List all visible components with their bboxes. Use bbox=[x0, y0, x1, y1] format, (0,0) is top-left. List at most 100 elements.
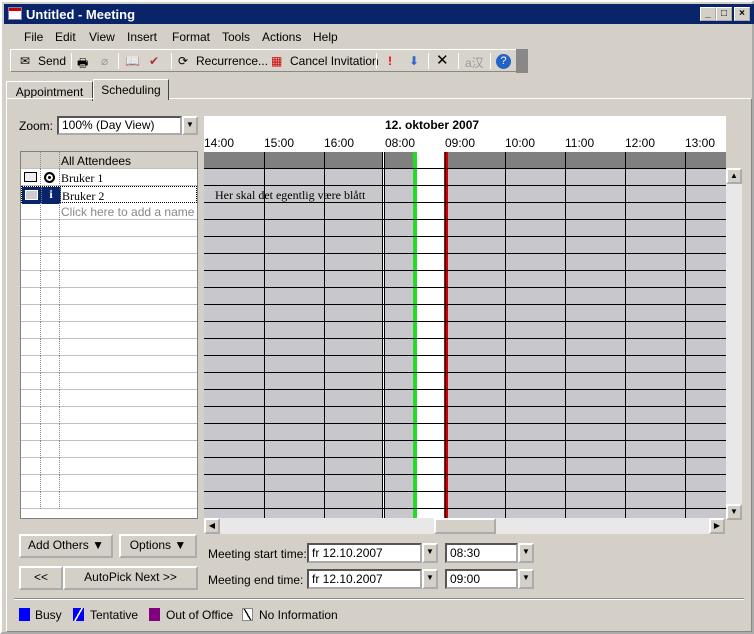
menu-actions[interactable]: Actions bbox=[262, 30, 301, 44]
all-attendees-busy-row bbox=[204, 152, 726, 168]
meeting-start-line[interactable] bbox=[413, 152, 417, 519]
empty-attendee-row[interactable] bbox=[21, 288, 197, 305]
recurrence-icon[interactable]: ⟳ bbox=[178, 54, 188, 68]
send-button[interactable]: Send bbox=[38, 54, 66, 68]
toolbar-options-chevron-icon[interactable] bbox=[516, 49, 528, 73]
schedule-date: 12. oktober 2007 bbox=[385, 118, 480, 132]
row-gridline bbox=[204, 168, 726, 169]
empty-attendee-row[interactable] bbox=[21, 492, 197, 509]
empty-attendee-row[interactable] bbox=[21, 322, 197, 339]
empty-attendee-row[interactable] bbox=[21, 424, 197, 441]
zoom-select[interactable]: 100% (Day View) bbox=[57, 116, 182, 135]
menu-edit[interactable]: Edit bbox=[55, 30, 76, 44]
row-gridline bbox=[204, 338, 726, 339]
menu-format[interactable]: Format bbox=[172, 30, 210, 44]
delete-icon[interactable]: ✕ bbox=[436, 51, 449, 69]
legend-no-information: No Information bbox=[259, 608, 338, 622]
end-date-input[interactable]: fr 12.10.2007 bbox=[307, 569, 422, 589]
attendee-row[interactable]: Bruker 1 bbox=[21, 169, 197, 186]
row-gridline bbox=[204, 287, 726, 288]
scroll-down-icon[interactable]: ▼ bbox=[726, 504, 742, 520]
minimize-button[interactable]: _ bbox=[700, 7, 716, 21]
empty-attendee-row[interactable] bbox=[21, 220, 197, 237]
end-time-input[interactable]: 09:00 bbox=[445, 569, 518, 589]
attendee-row[interactable]: i Bruker 2 bbox=[21, 186, 197, 204]
no-information-swatch-icon bbox=[242, 608, 253, 621]
empty-attendee-row[interactable] bbox=[21, 237, 197, 254]
tab-scheduling[interactable]: Scheduling bbox=[93, 79, 169, 100]
end-date-dropdown-icon[interactable]: ▼ bbox=[422, 569, 438, 589]
empty-attendee-row[interactable] bbox=[21, 441, 197, 458]
all-attendees-header[interactable]: All Attendees bbox=[61, 154, 131, 168]
cancel-invitation-icon[interactable]: ▦ bbox=[271, 54, 282, 68]
empty-attendee-row[interactable] bbox=[21, 407, 197, 424]
end-time-dropdown-icon[interactable]: ▼ bbox=[518, 569, 534, 589]
meeting-slot[interactable] bbox=[415, 152, 446, 519]
cancel-invitation-button[interactable]: Cancel Invitation bbox=[290, 54, 379, 68]
menu-insert[interactable]: Insert bbox=[127, 30, 157, 44]
translate-icon[interactable]: a汉 bbox=[465, 54, 484, 71]
row-gridline bbox=[204, 508, 726, 509]
chevron-down-icon[interactable]: ▼ bbox=[182, 116, 198, 135]
scroll-up-icon[interactable]: ▲ bbox=[726, 168, 742, 184]
row-gridline bbox=[204, 185, 726, 186]
menu-help[interactable]: Help bbox=[313, 30, 338, 44]
row-gridline bbox=[204, 304, 726, 305]
maximize-button[interactable]: □ bbox=[716, 7, 732, 21]
day-divider bbox=[382, 152, 385, 519]
attendee-header: All Attendees bbox=[21, 152, 197, 169]
free-busy-grid[interactable]: 12. oktober 2007 14:00 15:00 16:00 08:00 09:… bbox=[204, 116, 726, 519]
start-time-input[interactable]: 08:30 bbox=[445, 543, 518, 563]
menu-file[interactable]: File bbox=[24, 30, 43, 44]
add-others-button[interactable]: Add Others ▼ bbox=[19, 534, 113, 558]
out-of-office-swatch-icon bbox=[149, 608, 160, 621]
attendee-name[interactable]: Bruker 2 bbox=[62, 189, 104, 204]
tentative-swatch-icon bbox=[73, 608, 84, 621]
empty-attendee-row[interactable] bbox=[21, 373, 197, 390]
empty-attendee-row[interactable] bbox=[21, 390, 197, 407]
help-icon[interactable]: ? bbox=[496, 54, 511, 69]
empty-attendee-row[interactable] bbox=[21, 356, 197, 373]
empty-attendee-row[interactable] bbox=[21, 271, 197, 288]
low-importance-icon[interactable]: ⬇ bbox=[409, 54, 419, 68]
recurrence-button[interactable]: Recurrence... bbox=[196, 54, 268, 68]
envelope-icon[interactable] bbox=[25, 190, 38, 200]
hour-gridline bbox=[625, 152, 626, 519]
menu-view[interactable]: View bbox=[89, 30, 115, 44]
send-icon[interactable]: ✉ bbox=[20, 54, 30, 68]
high-importance-icon[interactable]: ! bbox=[388, 54, 392, 68]
autopick-next-button[interactable]: AutoPick Next >> bbox=[63, 566, 198, 590]
empty-attendee-row[interactable] bbox=[21, 475, 197, 492]
add-name-placeholder[interactable]: Click here to add a name bbox=[61, 205, 194, 219]
close-button[interactable]: × bbox=[734, 7, 750, 21]
start-time-dropdown-icon[interactable]: ▼ bbox=[518, 543, 534, 563]
empty-attendee-row[interactable] bbox=[21, 305, 197, 322]
vertical-scrollbar[interactable]: ▲ ▼ bbox=[726, 168, 742, 520]
check-names-icon[interactable]: ✔ bbox=[149, 54, 159, 68]
scroll-left-icon[interactable]: ◀ bbox=[204, 518, 220, 534]
scroll-thumb[interactable] bbox=[434, 518, 496, 534]
empty-attendee-row[interactable] bbox=[21, 254, 197, 271]
info-icon[interactable]: i bbox=[42, 187, 61, 204]
print-icon[interactable]: 🖶 bbox=[77, 54, 88, 75]
envelope-icon[interactable] bbox=[24, 172, 37, 182]
empty-attendee-row[interactable] bbox=[21, 458, 197, 475]
start-date-input[interactable]: fr 12.10.2007 bbox=[307, 543, 422, 563]
scroll-right-icon[interactable]: ▶ bbox=[709, 518, 725, 534]
row-gridline bbox=[204, 253, 726, 254]
hour-gridline bbox=[685, 152, 686, 519]
address-book-icon[interactable]: 📖 bbox=[125, 54, 140, 68]
autopick-previous-button[interactable]: << bbox=[19, 566, 63, 590]
start-date-dropdown-icon[interactable]: ▼ bbox=[422, 543, 438, 563]
attach-icon[interactable]: ⌀ bbox=[101, 54, 108, 68]
attendee-name[interactable]: Bruker 1 bbox=[61, 171, 103, 186]
menu-tools[interactable]: Tools bbox=[222, 30, 250, 44]
options-button[interactable]: Options ▼ bbox=[119, 534, 197, 558]
add-attendee-row[interactable]: Click here to add a name bbox=[21, 203, 197, 220]
required-attendee-icon[interactable] bbox=[44, 172, 55, 183]
empty-attendee-row[interactable] bbox=[21, 339, 197, 356]
time-label: 10:00 bbox=[505, 136, 536, 150]
horizontal-scrollbar[interactable]: ◀ ▶ bbox=[204, 518, 725, 534]
attendee-list: All Attendees Bruker 1 i Bruker 2 Click … bbox=[20, 151, 198, 519]
legend-out-of-office: Out of Office bbox=[166, 608, 234, 622]
